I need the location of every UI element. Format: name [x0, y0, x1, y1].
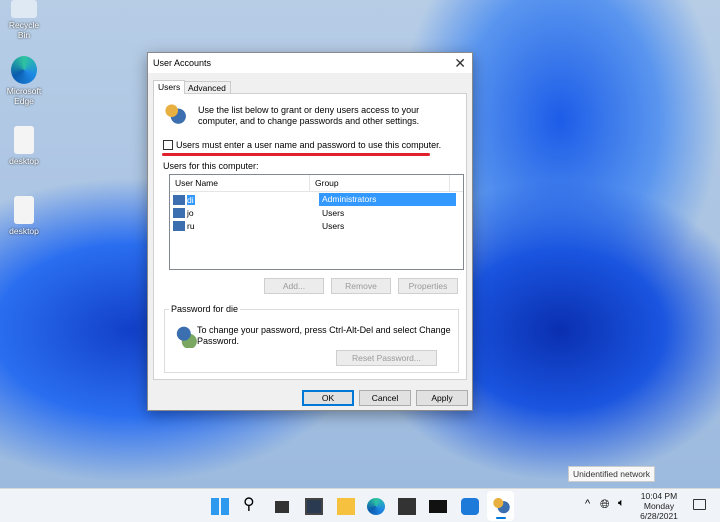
terminal-icon[interactable] — [429, 500, 447, 513]
users-list[interactable]: User Name Group di Administrators jo Users … — [169, 174, 464, 270]
desktop-icon-desktop-2[interactable]: desktop — [4, 196, 44, 236]
apply-button[interactable]: Apply — [416, 390, 468, 406]
edge-icon[interactable] — [367, 498, 385, 515]
remove-button[interactable]: Remove — [331, 278, 391, 294]
day: Monday — [643, 501, 675, 511]
icon-label: Recycle Bin — [8, 20, 40, 40]
user-key-icon — [175, 326, 197, 348]
ok-button[interactable]: OK — [302, 390, 354, 406]
time: 10:04 PM — [640, 491, 678, 501]
clock[interactable]: 10:04 PM Monday 6/28/2021 — [634, 491, 684, 521]
app-icon[interactable] — [461, 498, 479, 515]
notification-icon[interactable] — [693, 499, 706, 510]
user-accounts-dialog: User Accounts ✕ Users Advanced Use the l… — [147, 52, 473, 411]
chevron-up-icon[interactable]: ^ — [585, 498, 590, 510]
user-group: Administrators — [319, 193, 456, 206]
icon-label: Microsoft Edge — [6, 86, 42, 106]
password-group-label: Password for die — [169, 304, 241, 314]
password-text: To change your password, press Ctrl-Alt-… — [197, 325, 451, 346]
edge-icon — [11, 56, 37, 84]
file-icon — [14, 196, 34, 224]
title-bar: User Accounts — [148, 53, 472, 73]
tab-users[interactable]: Users — [153, 80, 186, 94]
reset-password-button[interactable]: Reset Password... — [336, 350, 437, 366]
close-icon[interactable]: ✕ — [454, 55, 466, 72]
properties-button[interactable]: Properties — [398, 278, 458, 294]
user-name: jo — [187, 207, 194, 218]
checkbox[interactable] — [163, 140, 173, 150]
icon-label: desktop — [9, 156, 39, 166]
table-row[interactable]: jo Users — [170, 206, 463, 219]
desktop-icon-recycle-bin[interactable]: Recycle Bin — [4, 0, 44, 40]
user-icon — [173, 207, 185, 218]
icon-label: desktop — [9, 226, 39, 236]
password-group: Password for die To change your password… — [164, 304, 459, 373]
checkbox-label: Users must enter a user name and passwor… — [176, 140, 442, 150]
widgets-icon[interactable] — [305, 498, 323, 515]
users-icon — [164, 103, 186, 125]
users-panel: Use the list below to grant or deny user… — [153, 93, 467, 380]
user-group: Users — [322, 220, 345, 231]
redaction — [195, 193, 319, 206]
column-header-group[interactable]: Group — [310, 175, 450, 191]
date: 6/28/2021 — [640, 511, 678, 521]
red-underline-annotation — [162, 153, 430, 156]
start-icon[interactable] — [211, 498, 229, 515]
user-accounts-taskbar-button[interactable] — [487, 491, 514, 521]
file-explorer-icon[interactable] — [337, 498, 355, 515]
file-icon — [14, 126, 34, 154]
network-tooltip: Unidentified network — [568, 466, 656, 482]
store-icon[interactable] — [398, 498, 416, 515]
intro-text: Use the list below to grant or deny user… — [198, 105, 420, 126]
require-password-checkbox[interactable]: Users must enter a user name and passwor… — [163, 140, 441, 150]
globe-network-icon[interactable]: 🌐︎ — [600, 497, 610, 512]
list-label: Users for this computer: — [163, 161, 259, 171]
user-icon — [173, 220, 185, 231]
user-group: Users — [322, 207, 345, 218]
user-icon — [173, 194, 185, 205]
user-name: di — [187, 194, 195, 205]
user-name: ru — [187, 220, 195, 231]
search-icon[interactable]: ⚲ — [243, 494, 261, 513]
task-view-icon[interactable] — [275, 501, 289, 513]
speaker-icon[interactable]: 🔈︎ — [618, 497, 625, 510]
active-indicator — [495, 517, 506, 519]
taskbar: ⚲ ^ 🌐︎ 🔈︎ 10:04 PM Monday 6/28/2021 — [0, 488, 720, 522]
dialog-title: User Accounts — [153, 58, 212, 68]
desktop-icon-edge[interactable]: Microsoft Edge — [4, 56, 44, 106]
add-button[interactable]: Add... — [264, 278, 324, 294]
cancel-button[interactable]: Cancel — [359, 390, 411, 406]
recycle-bin-icon — [11, 0, 37, 18]
table-row[interactable]: di Administrators — [170, 193, 463, 206]
users-icon — [491, 497, 510, 514]
table-row[interactable]: ru Users — [170, 219, 463, 232]
column-header-username[interactable]: User Name — [170, 175, 310, 191]
desktop-icon-desktop-1[interactable]: desktop — [4, 126, 44, 166]
